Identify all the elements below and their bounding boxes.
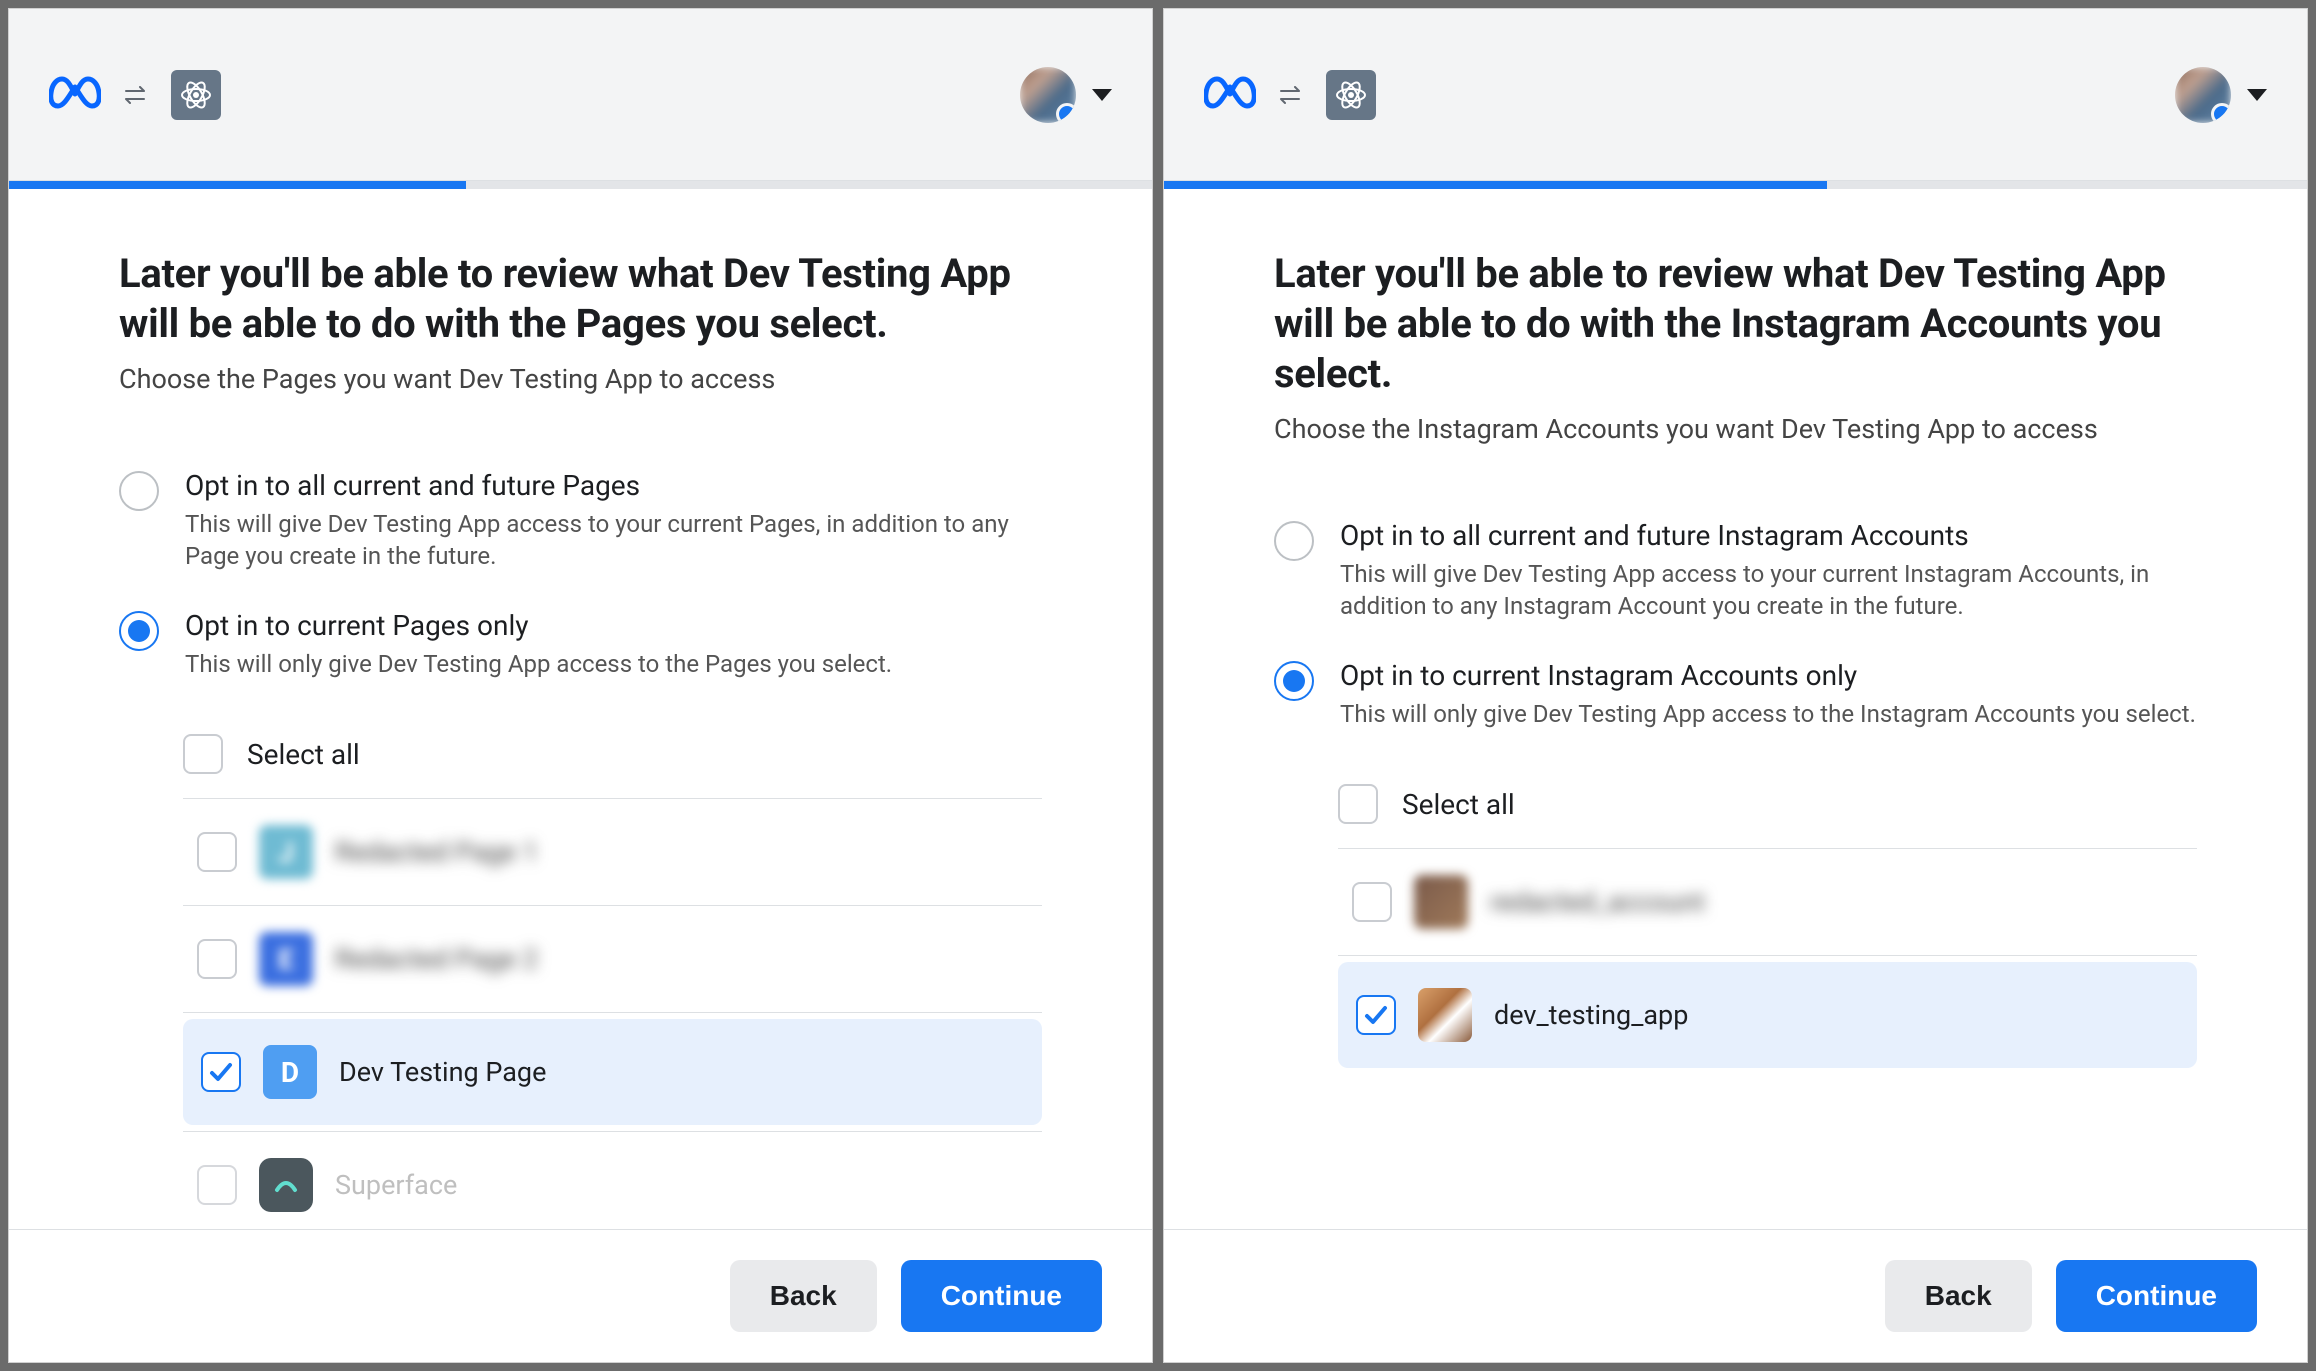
radio-opt-current[interactable]: Opt in to current Pages only This will o… xyxy=(119,609,1042,680)
checkbox-icon[interactable] xyxy=(197,1165,237,1205)
checkbox-icon[interactable] xyxy=(1352,882,1392,922)
dialog-pages: Later you'll be able to review what Dev … xyxy=(8,8,1153,1363)
radio-desc: This will give Dev Testing App access to… xyxy=(1340,558,2197,623)
radio-icon[interactable] xyxy=(1274,661,1314,701)
radio-desc: This will only give Dev Testing App acce… xyxy=(1340,698,2197,730)
progress-bar xyxy=(1164,181,2307,189)
radio-label: Opt in to current Instagram Accounts onl… xyxy=(1340,659,2197,692)
caret-down-icon[interactable] xyxy=(2247,89,2267,101)
list-item[interactable]: dev_testing_app xyxy=(1338,962,2197,1068)
radio-label: Opt in to all current and future Pages xyxy=(185,469,1042,502)
meta-logo-icon xyxy=(49,76,101,114)
radio-icon[interactable] xyxy=(1274,521,1314,561)
topbar-right xyxy=(2175,67,2267,123)
continue-button[interactable]: Continue xyxy=(901,1260,1102,1332)
progress-fill xyxy=(9,181,466,189)
avatar[interactable] xyxy=(2175,67,2231,123)
page-icon xyxy=(259,1158,313,1212)
select-all-row[interactable]: Select all xyxy=(183,716,1042,799)
account-icon xyxy=(1414,875,1468,929)
page-subtitle: Choose the Pages you want Dev Testing Ap… xyxy=(119,363,1042,395)
list-item[interactable]: J Redacted Page 1 xyxy=(183,799,1042,906)
radio-desc: This will only give Dev Testing App acce… xyxy=(185,648,1042,680)
page-icon: J xyxy=(259,825,313,879)
checkbox-icon[interactable] xyxy=(183,734,223,774)
switch-icon[interactable] xyxy=(1278,82,1304,108)
item-label: Redacted Page 1 xyxy=(335,836,538,868)
page-title: Later you'll be able to review what Dev … xyxy=(119,249,1042,349)
checkbox-icon[interactable] xyxy=(201,1052,241,1092)
page-subtitle: Choose the Instagram Accounts you want D… xyxy=(1274,413,2197,445)
account-icon xyxy=(1418,988,1472,1042)
checkbox-icon[interactable] xyxy=(197,832,237,872)
topbar xyxy=(1164,9,2307,181)
continue-button[interactable]: Continue xyxy=(2056,1260,2257,1332)
item-label: Dev Testing Page xyxy=(339,1056,546,1088)
item-label: Superface xyxy=(335,1169,457,1201)
list-item[interactable]: redacted_account xyxy=(1338,849,2197,956)
atom-icon[interactable] xyxy=(1326,70,1376,120)
radio-icon[interactable] xyxy=(119,611,159,651)
radio-opt-current[interactable]: Opt in to current Instagram Accounts onl… xyxy=(1274,659,2197,730)
page-title: Later you'll be able to review what Dev … xyxy=(1274,249,2197,399)
back-button[interactable]: Back xyxy=(1885,1260,2032,1332)
list-item[interactable]: E Redacted Page 2 xyxy=(183,906,1042,1013)
radio-icon[interactable] xyxy=(119,471,159,511)
meta-logo-icon xyxy=(1204,76,1256,114)
select-all-label: Select all xyxy=(247,738,360,771)
list-item[interactable]: Superface xyxy=(183,1132,1042,1229)
radio-opt-all[interactable]: Opt in to all current and future Instagr… xyxy=(1274,519,2197,623)
progress-fill xyxy=(1164,181,1827,189)
item-label: Redacted Page 2 xyxy=(335,943,538,975)
item-list: Select all redacted_account dev_testing_… xyxy=(1338,766,2197,1068)
checkbox-icon[interactable] xyxy=(1338,784,1378,824)
topbar-right xyxy=(1020,67,1112,123)
item-list: Select all J Redacted Page 1 E Redacted … xyxy=(183,716,1042,1229)
radio-label: Opt in to all current and future Instagr… xyxy=(1340,519,2197,552)
select-all-label: Select all xyxy=(1402,788,1515,821)
select-all-row[interactable]: Select all xyxy=(1338,766,2197,849)
page-icon: D xyxy=(263,1045,317,1099)
switch-icon[interactable] xyxy=(123,82,149,108)
list-item[interactable]: D Dev Testing Page xyxy=(183,1019,1042,1125)
item-label: dev_testing_app xyxy=(1494,999,1688,1031)
radio-label: Opt in to current Pages only xyxy=(185,609,1042,642)
page-icon: E xyxy=(259,932,313,986)
radio-group: Opt in to all current and future Instagr… xyxy=(1274,519,2197,730)
caret-down-icon[interactable] xyxy=(1092,89,1112,101)
avatar[interactable] xyxy=(1020,67,1076,123)
item-label: redacted_account xyxy=(1490,886,1705,918)
radio-desc: This will give Dev Testing App access to… xyxy=(185,508,1042,573)
topbar-left xyxy=(49,70,221,120)
content: Later you'll be able to review what Dev … xyxy=(9,189,1152,1229)
footer: Back Continue xyxy=(9,1229,1152,1362)
atom-icon[interactable] xyxy=(171,70,221,120)
back-button[interactable]: Back xyxy=(730,1260,877,1332)
checkbox-icon[interactable] xyxy=(197,939,237,979)
topbar-left xyxy=(1204,70,1376,120)
radio-opt-all[interactable]: Opt in to all current and future Pages T… xyxy=(119,469,1042,573)
footer: Back Continue xyxy=(1164,1229,2307,1362)
radio-group: Opt in to all current and future Pages T… xyxy=(119,469,1042,680)
dialog-instagram: Later you'll be able to review what Dev … xyxy=(1163,8,2308,1363)
topbar xyxy=(9,9,1152,181)
checkbox-icon[interactable] xyxy=(1356,995,1396,1035)
progress-bar xyxy=(9,181,1152,189)
content: Later you'll be able to review what Dev … xyxy=(1164,189,2307,1229)
